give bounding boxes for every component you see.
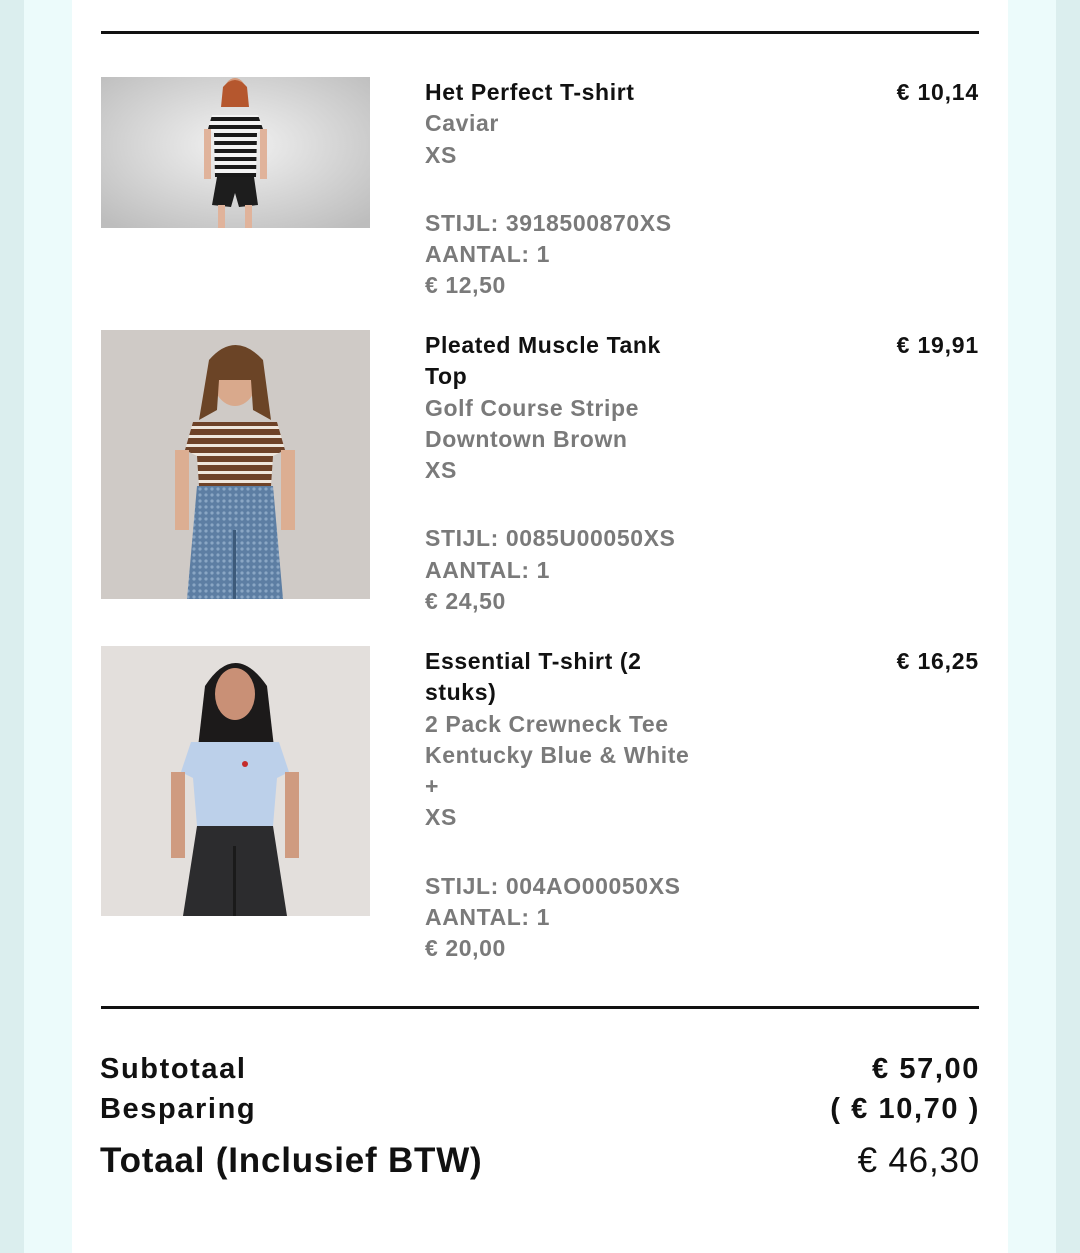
product-image[interactable] <box>101 77 370 228</box>
product-style: STIJL: 004AO00050XS <box>425 872 681 899</box>
order-totals: Subtotaal € 57,00 Besparing ( € 10,70 ) … <box>100 1053 980 1191</box>
product-color: Caviar <box>425 110 499 137</box>
total-label: Totaal (Inclusief BTW) <box>100 1141 483 1180</box>
total-value: € 46,30 <box>857 1141 980 1180</box>
product-size: XS <box>425 804 457 831</box>
order-summary-card: Het Perfect T-shirt Caviar XS STIJL: 391… <box>72 0 1008 1253</box>
left-border <box>0 0 24 1253</box>
product-unit-price: € 20,00 <box>425 935 506 962</box>
savings-row: Besparing ( € 10,70 ) <box>100 1093 980 1133</box>
summary-divider <box>101 1006 979 1009</box>
total-row: Totaal (Inclusief BTW) € 46,30 <box>100 1141 980 1191</box>
product-name[interactable]: Het Perfect T-shirt <box>425 77 695 108</box>
product-quantity: AANTAL: 1 <box>425 241 551 268</box>
product-size: XS <box>425 457 457 484</box>
right-border <box>1056 0 1080 1253</box>
product-color: 2 Pack Crewneck Tee Kentucky Blue & Whit… <box>425 710 690 800</box>
product-unit-price: € 12,50 <box>425 272 506 299</box>
item-price: € 16,25 <box>896 648 979 674</box>
item-details: Pleated Muscle Tank Top Golf Course Stri… <box>425 330 695 617</box>
product-name[interactable]: Pleated Muscle Tank Top <box>425 330 695 393</box>
product-size: XS <box>425 141 457 168</box>
product-name[interactable]: Essential T-shirt (2 stuks) <box>425 646 695 709</box>
subtotal-value: € 57,00 <box>872 1053 980 1085</box>
item-price: € 19,91 <box>896 332 979 358</box>
item-price: € 10,14 <box>896 79 979 105</box>
product-quantity: AANTAL: 1 <box>425 556 551 583</box>
product-unit-price: € 24,50 <box>425 588 506 615</box>
savings-value: ( € 10,70 ) <box>830 1093 980 1125</box>
item-details: Het Perfect T-shirt Caviar XS STIJL: 391… <box>425 77 695 302</box>
left-margin <box>24 0 72 1253</box>
product-style: STIJL: 3918500870XS <box>425 209 672 236</box>
subtotal-row: Subtotaal € 57,00 <box>100 1053 980 1093</box>
product-style: STIJL: 0085U00050XS <box>425 525 676 552</box>
item-details: Essential T-shirt (2 stuks) 2 Pack Crewn… <box>425 646 695 965</box>
product-color: Golf Course Stripe Downtown Brown <box>425 394 639 452</box>
right-margin <box>1008 0 1056 1253</box>
product-image[interactable] <box>101 330 370 599</box>
top-divider <box>101 31 979 34</box>
product-quantity: AANTAL: 1 <box>425 904 551 931</box>
savings-label: Besparing <box>100 1093 257 1125</box>
subtotal-label: Subtotaal <box>100 1053 247 1085</box>
product-image[interactable] <box>101 646 370 916</box>
